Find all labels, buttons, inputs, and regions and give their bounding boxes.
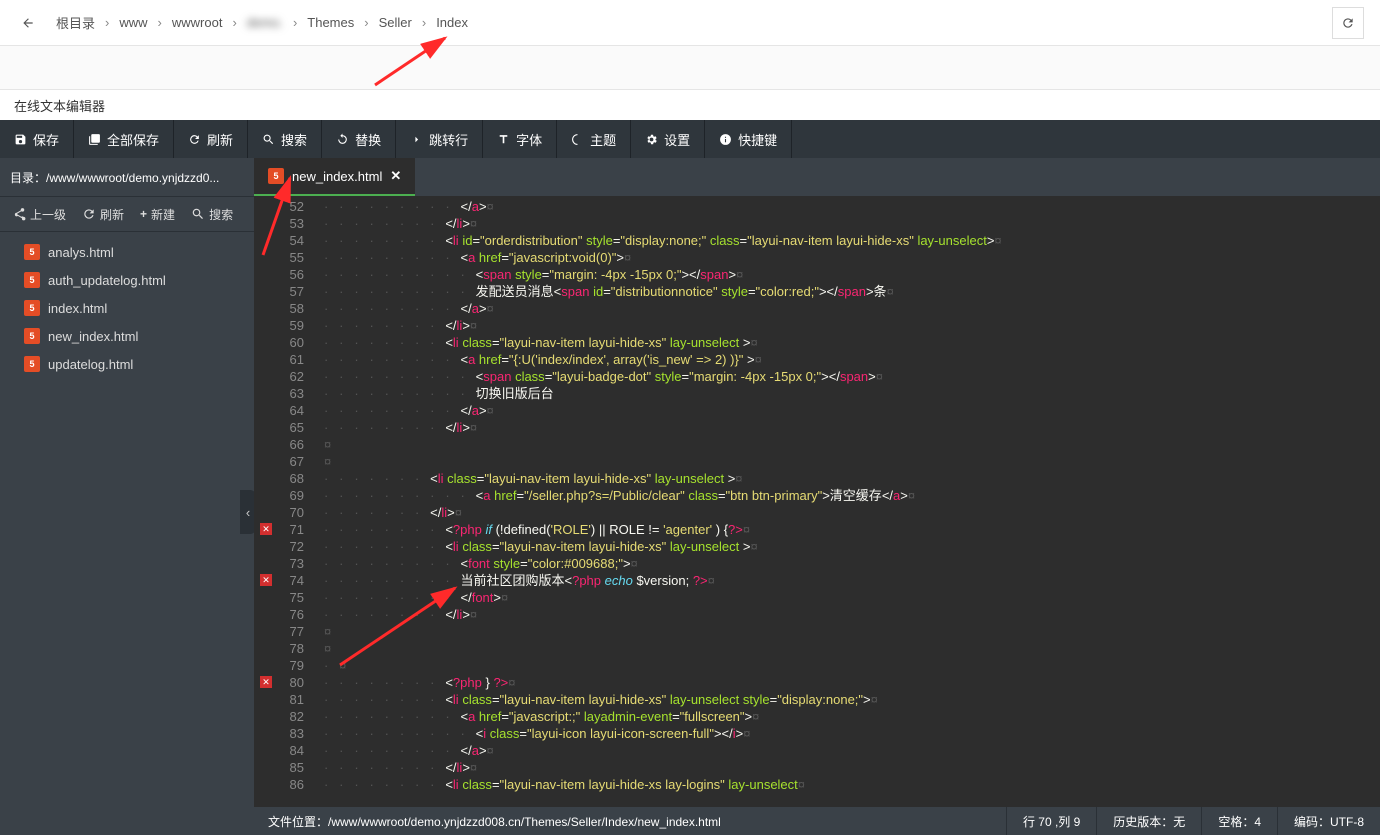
file-list: 5 analys.html 5 auth_updatelog.html 5 index.h… (0, 232, 254, 835)
refresh-icon (82, 207, 96, 221)
html5-icon: 5 (268, 168, 284, 184)
close-icon[interactable]: ✕ (390, 168, 401, 184)
arrow-left-icon (21, 16, 35, 30)
breadcrumb-item[interactable]: Themes (301, 11, 360, 34)
search-button[interactable]: 搜索 (248, 120, 322, 158)
font-icon (497, 133, 510, 146)
breadcrumb-item[interactable]: demo. (241, 11, 289, 34)
file-name: updatelog.html (48, 357, 133, 372)
breadcrumb-refresh-button[interactable] (1332, 7, 1364, 39)
chevron-right-icon: › (360, 15, 372, 30)
html5-icon: 5 (24, 300, 40, 316)
save-all-button[interactable]: 全部保存 (74, 120, 174, 158)
file-item[interactable]: 5 index.html (0, 294, 254, 322)
error-marker: ✕ (260, 574, 272, 586)
chevron-right-icon: › (289, 15, 301, 30)
save-all-icon (88, 133, 101, 146)
save-icon (14, 133, 27, 146)
active-tab[interactable]: 5 new_index.html ✕ (254, 158, 415, 196)
refresh-icon (1341, 16, 1355, 30)
gutter: 5253545556575859606162636465666768697071… (254, 196, 324, 807)
share-icon (12, 207, 26, 221)
back-button[interactable] (16, 11, 40, 35)
file-item[interactable]: 5 auth_updatelog.html (0, 266, 254, 294)
breadcrumb-item[interactable]: Seller (373, 11, 418, 34)
sidebar-up-button[interactable]: 上一级 (6, 202, 72, 227)
error-marker: ✕ (260, 523, 272, 535)
theme-icon (571, 133, 584, 146)
editor-title: 在线文本编辑器 (0, 90, 1380, 120)
breadcrumb-item[interactable]: www (113, 11, 153, 34)
action-row (0, 46, 1380, 90)
html5-icon: 5 (24, 272, 40, 288)
sidebar-search-button[interactable]: 搜索 (185, 202, 239, 227)
breadcrumb-items: 根目录›www›wwwroot›demo.›Themes›Seller›Inde… (50, 9, 1332, 36)
error-marker: ✕ (260, 676, 272, 688)
file-item[interactable]: 5 analys.html (0, 238, 254, 266)
code-source[interactable]: · · · · · · · · · </a>¤· · · · · · · · <… (324, 196, 1380, 807)
file-name: new_index.html (48, 329, 138, 344)
info-icon (719, 133, 732, 146)
refresh-icon (188, 133, 201, 146)
theme-button[interactable]: 主题 (557, 120, 631, 158)
status-history[interactable]: 历史版本：无 (1096, 807, 1201, 835)
gear-icon (645, 133, 658, 146)
sidebar-refresh-button[interactable]: 刷新 (76, 202, 130, 227)
status-spaces[interactable]: 空格：4 (1201, 807, 1277, 835)
status-encoding[interactable]: 编码：UTF-8 (1277, 807, 1380, 835)
status-bar: 文件位置：/www/wwwroot/demo.ynjdzzd008.cn/The… (254, 807, 1380, 835)
font-button[interactable]: 字体 (483, 120, 557, 158)
replace-button[interactable]: 替换 (322, 120, 396, 158)
tab-filename: new_index.html (292, 169, 382, 184)
chevron-right-icon: › (101, 15, 113, 30)
search-icon (191, 207, 205, 221)
html5-icon: 5 (24, 328, 40, 344)
plus-icon: + (140, 207, 147, 221)
status-location: 文件位置：/www/wwwroot/demo.ynjdzzd008.cn/The… (254, 813, 1006, 830)
breadcrumb-bar: 根目录›www›wwwroot›demo.›Themes›Seller›Inde… (0, 0, 1380, 46)
editor-toolbar: 保存 全部保存 刷新 搜索 替换 跳转行 字体 主题 设置 快捷键 (0, 120, 1380, 158)
file-item[interactable]: 5 updatelog.html (0, 350, 254, 378)
file-item[interactable]: 5 new_index.html (0, 322, 254, 350)
shortcut-button[interactable]: 快捷键 (705, 120, 792, 158)
goto-icon (410, 133, 423, 146)
sidebar-path: 目录：/www/wwwroot/demo.ynjdzzd0... (0, 158, 254, 196)
html5-icon: 5 (24, 244, 40, 260)
settings-button[interactable]: 设置 (631, 120, 705, 158)
editor-main: 5 new_index.html ✕ 525354555657585960616… (254, 158, 1380, 835)
file-name: analys.html (48, 245, 114, 260)
file-name: auth_updatelog.html (48, 273, 166, 288)
save-button[interactable]: 保存 (0, 120, 74, 158)
breadcrumb-item[interactable]: wwwroot (166, 11, 229, 34)
file-sidebar: 目录：/www/wwwroot/demo.ynjdzzd0... 上一级 刷新 … (0, 158, 254, 835)
chevron-right-icon: › (418, 15, 430, 30)
sidebar-tools: 上一级 刷新 +新建 搜索 (0, 196, 254, 232)
replace-icon (336, 133, 349, 146)
refresh-button[interactable]: 刷新 (174, 120, 248, 158)
html5-icon: 5 (24, 356, 40, 372)
breadcrumb-item[interactable]: 根目录 (50, 9, 101, 36)
goto-button[interactable]: 跳转行 (396, 120, 483, 158)
status-row-col: 行 70 ,列 9 (1006, 807, 1096, 835)
breadcrumb-item[interactable]: Index (430, 11, 474, 34)
code-editor[interactable]: 5253545556575859606162636465666768697071… (254, 196, 1380, 807)
editor-tabs: 5 new_index.html ✕ (254, 158, 1380, 196)
sidebar-new-button[interactable]: +新建 (134, 202, 181, 227)
search-icon (262, 133, 275, 146)
chevron-right-icon: › (154, 15, 166, 30)
chevron-right-icon: › (228, 15, 240, 30)
file-name: index.html (48, 301, 107, 316)
